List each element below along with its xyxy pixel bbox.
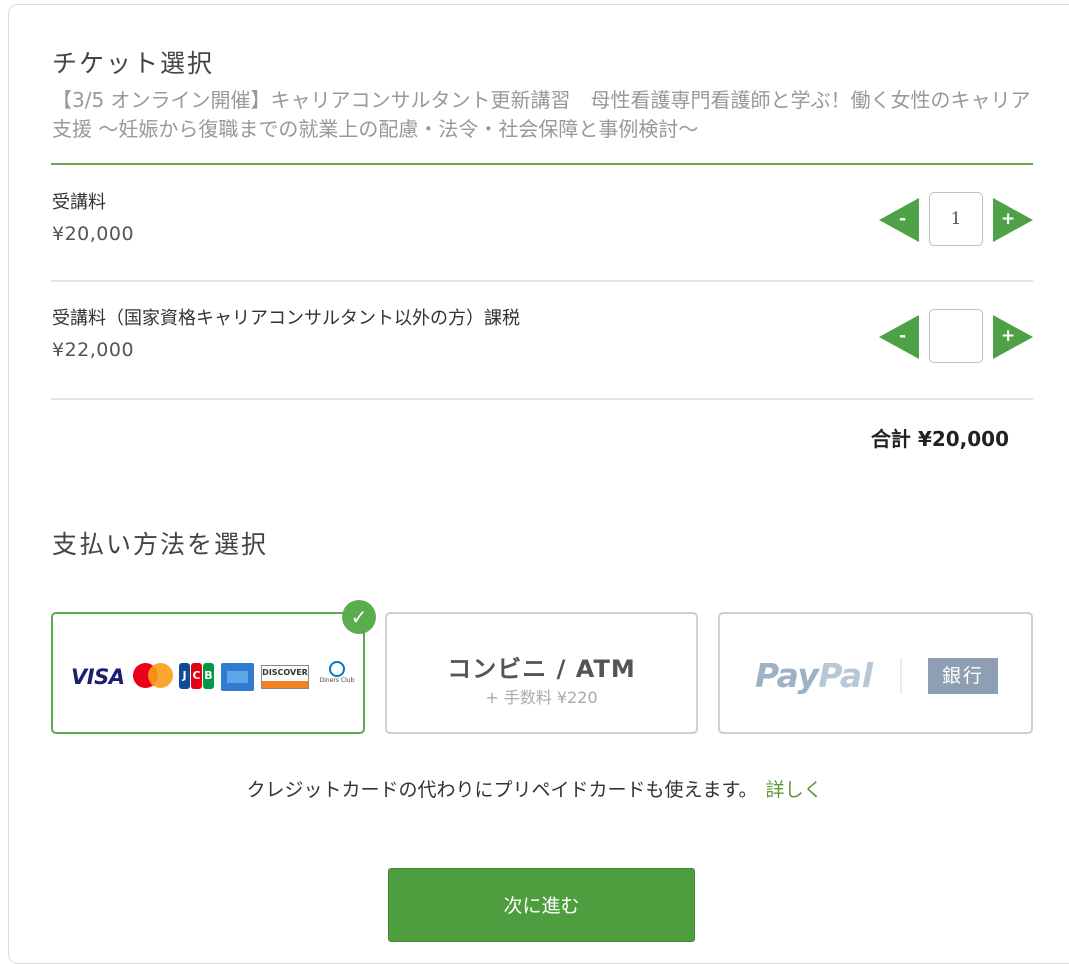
diners-club-logo: Diners Club: [319, 661, 355, 691]
selected-check-icon: ✓: [342, 600, 376, 634]
konbini-fee: + 手数料 ¥220: [485, 688, 598, 707]
payment-option-credit-card[interactable]: VISA J C B DISCOVER Diners Club: [51, 612, 365, 734]
decrease-quantity-button[interactable]: -: [879, 315, 919, 359]
mastercard-logo-overlap: [148, 663, 173, 688]
minus-icon: -: [899, 326, 907, 346]
bank-badge: 銀行: [928, 658, 998, 694]
plus-icon: +: [1001, 209, 1016, 229]
prepaid-note: クレジットカードの代わりにプリペイドカードも使えます。 詳しく: [0, 775, 1069, 802]
payment-option-konbini[interactable]: コンビニ / ATM + 手数料 ¥220: [385, 612, 698, 734]
minus-icon: -: [899, 209, 907, 229]
plus-icon: +: [1001, 326, 1016, 346]
quantity-stepper: - +: [879, 192, 1033, 248]
prepaid-note-text: クレジットカードの代わりにプリペイドカードも使えます。: [246, 779, 758, 801]
logo-divider: [900, 658, 902, 694]
discover-logo: DISCOVER: [261, 665, 309, 689]
decrease-quantity-button[interactable]: -: [879, 198, 919, 242]
ticket-name: 受講料（国家資格キャリアコンサルタント以外の方）課税: [52, 308, 520, 329]
total-label: 合計: [870, 427, 911, 451]
event-title: 【3/5 オンライン開催】キャリアコンサルタント更新講習 母性看護専門看護師と学…: [52, 88, 1031, 141]
total: 合計 ¥20,000: [871, 423, 1009, 452]
quantity-stepper: - +: [879, 309, 1033, 365]
quantity-input[interactable]: [929, 309, 983, 363]
card-brand-logos: VISA J C B DISCOVER Diners Club: [71, 661, 371, 691]
ticket-price: ¥20,000: [52, 223, 135, 245]
increase-quantity-button[interactable]: +: [993, 315, 1033, 359]
row-divider: [51, 280, 1033, 282]
ticket-section-title: チケット選択: [52, 49, 215, 78]
ticket-card: [8, 4, 1069, 964]
increase-quantity-button[interactable]: +: [993, 198, 1033, 242]
amex-logo: [221, 663, 254, 691]
next-button[interactable]: 次に進む: [388, 868, 695, 942]
payment-section-title: 支払い方法を選択: [52, 530, 269, 559]
jcb-logo: J C B: [179, 663, 215, 689]
payment-option-paypal-bank[interactable]: PayPal 銀行: [718, 612, 1033, 734]
paypal-logo: PayPal: [755, 656, 873, 695]
konbini-label: コンビニ / ATM: [447, 655, 636, 683]
visa-logo: VISA: [71, 665, 125, 689]
ticket-name: 受講料: [52, 192, 106, 213]
section-divider: [51, 163, 1033, 165]
quantity-input[interactable]: [929, 192, 983, 246]
total-value: ¥20,000: [917, 427, 1009, 451]
details-link[interactable]: 詳しく: [766, 779, 823, 801]
row-divider: [51, 398, 1033, 400]
ticket-price: ¥22,000: [52, 339, 135, 361]
